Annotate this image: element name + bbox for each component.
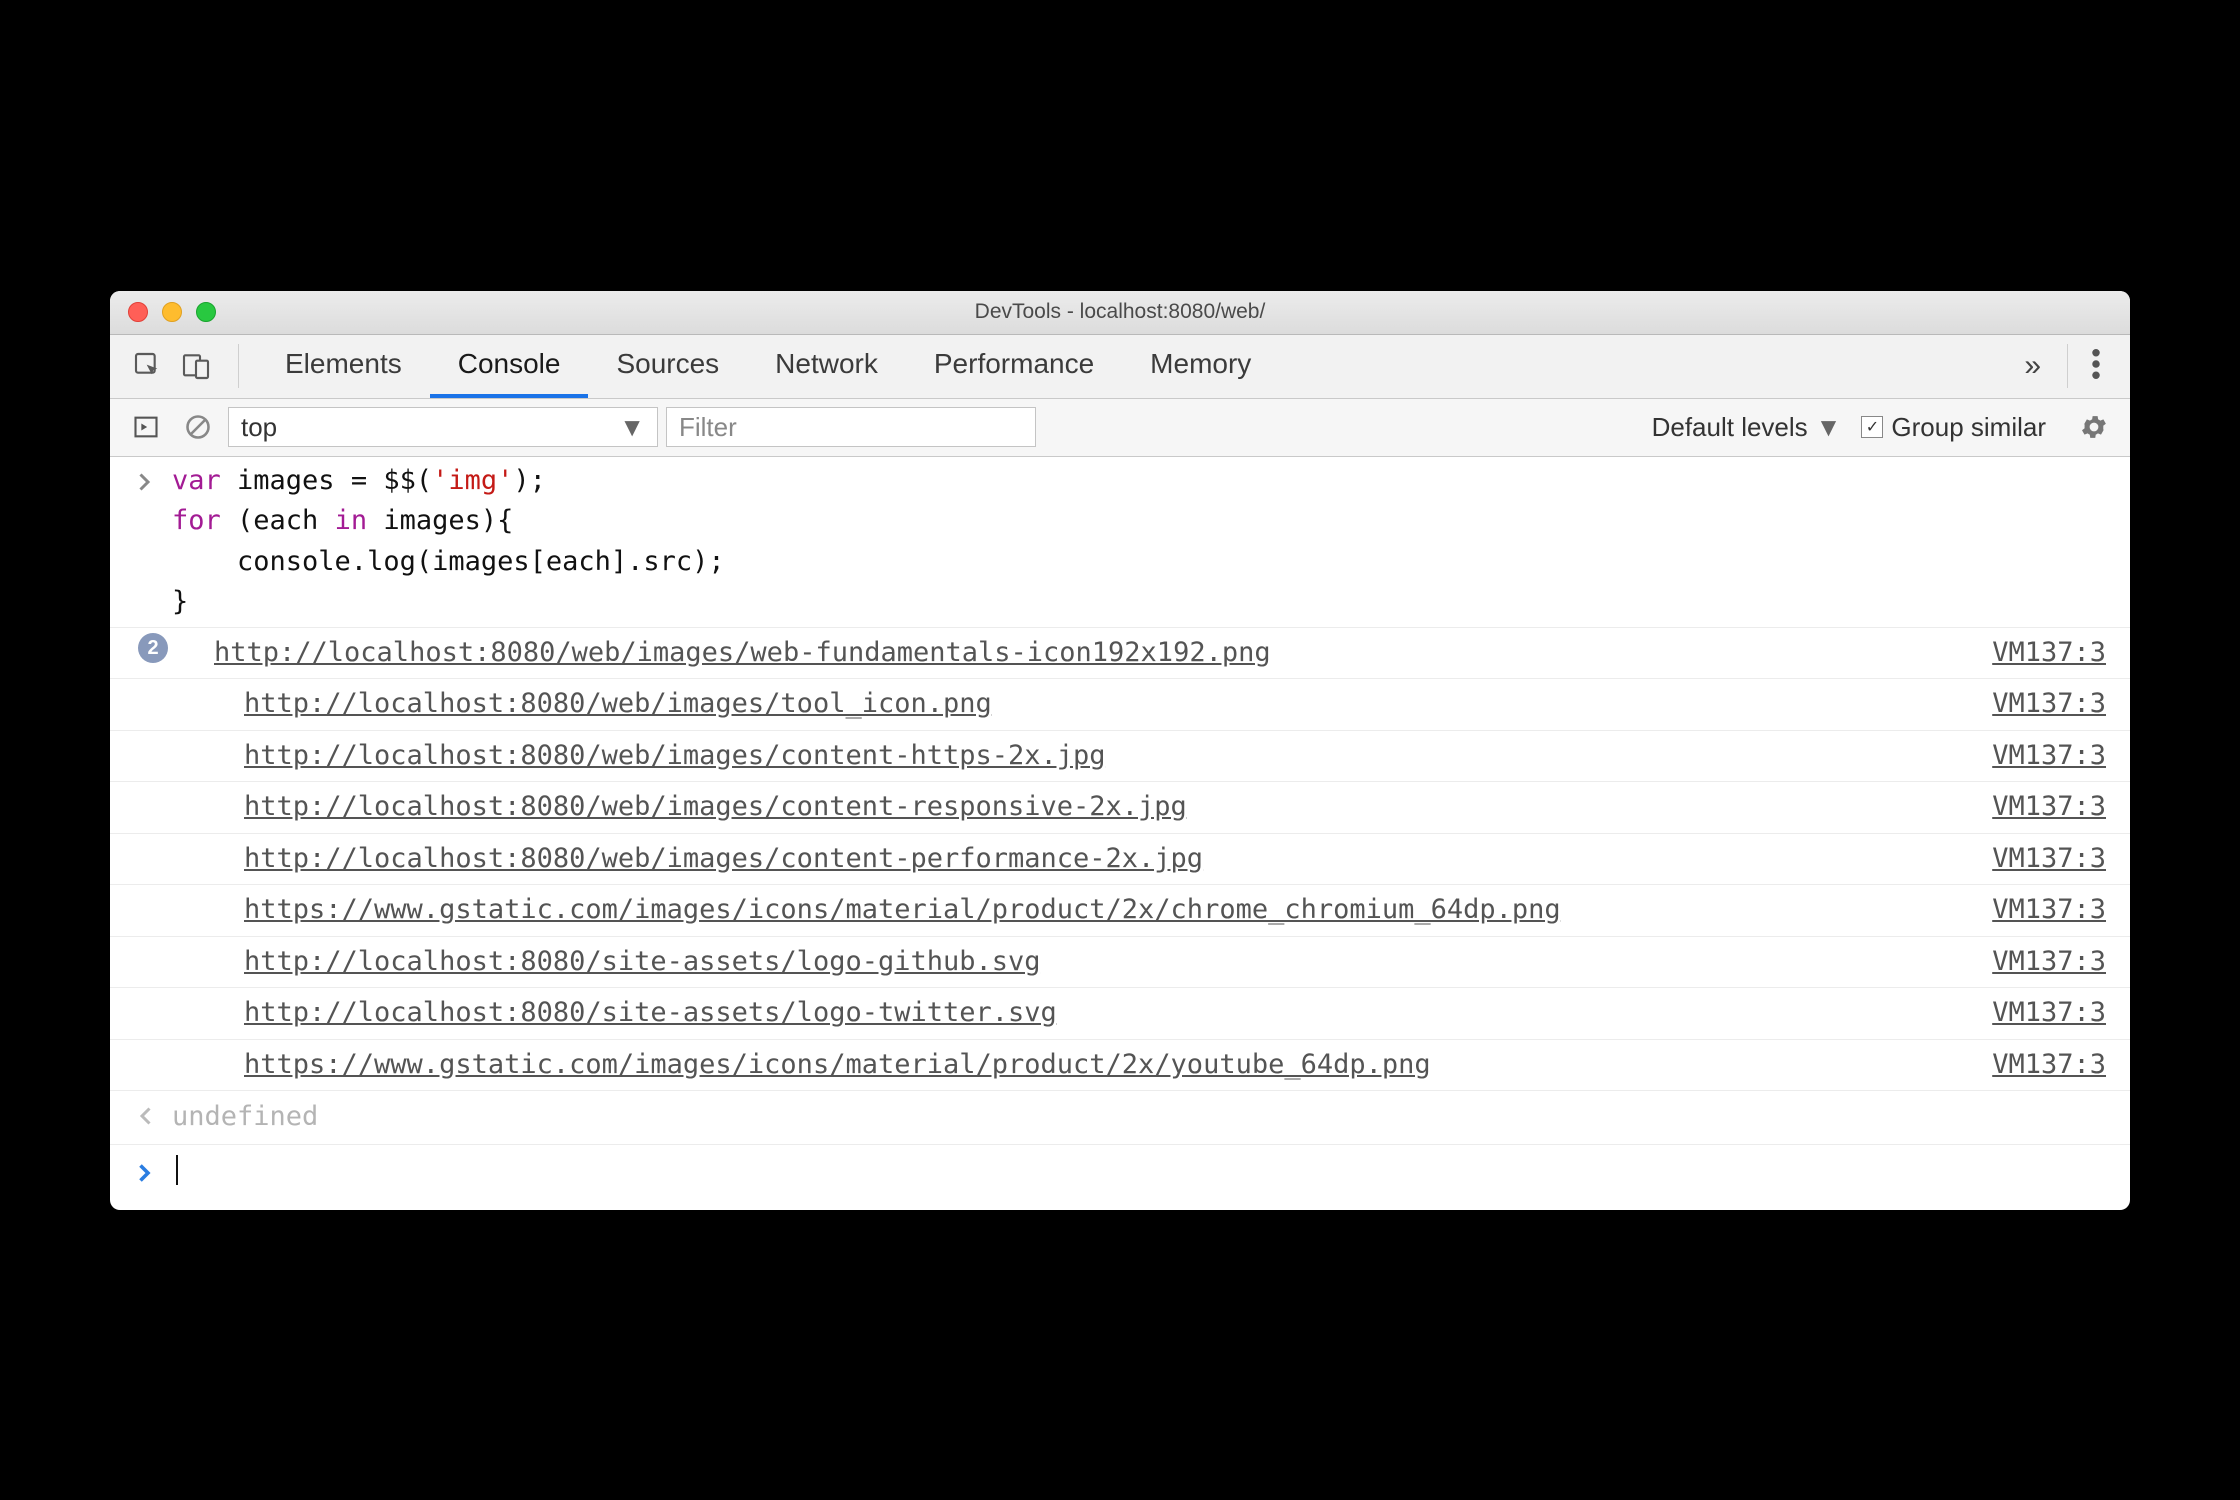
log-source-link[interactable]: VM137:3 bbox=[1992, 684, 2106, 725]
log-message-link[interactable]: http://localhost:8080/web/images/content… bbox=[244, 787, 1187, 828]
tab-network[interactable]: Network bbox=[747, 335, 906, 398]
console-prompt[interactable] bbox=[110, 1145, 2130, 1210]
log-message-link[interactable]: https://www.gstatic.com/images/icons/mat… bbox=[244, 1045, 1431, 1086]
devtools-tabs: ElementsConsoleSourcesNetworkPerformance… bbox=[110, 335, 2130, 399]
execution-context-select[interactable]: top ▼ bbox=[228, 407, 658, 447]
inspect-element-icon[interactable] bbox=[124, 342, 172, 390]
console-log-row: http://localhost:8080/web/images/tool_ic… bbox=[110, 679, 2130, 731]
zoom-window-button[interactable] bbox=[196, 302, 216, 322]
divider bbox=[2067, 344, 2068, 388]
settings-menu-icon[interactable] bbox=[2076, 349, 2116, 384]
console-log-row: https://www.gstatic.com/images/icons/mat… bbox=[110, 885, 2130, 937]
log-source-link[interactable]: VM137:3 bbox=[1992, 839, 2106, 880]
window-controls bbox=[128, 302, 216, 322]
devtools-window: DevTools - localhost:8080/web/ ElementsC… bbox=[110, 291, 2130, 1210]
repeat-count-badge: 2 bbox=[138, 633, 168, 663]
log-levels-select[interactable]: Default levels ▼ bbox=[1652, 412, 1842, 443]
log-message-link[interactable]: http://localhost:8080/web/images/tool_ic… bbox=[244, 684, 992, 725]
console-input-row: var images = $$('img'); for (each in ima… bbox=[110, 457, 2130, 628]
context-label: top bbox=[241, 412, 277, 443]
console-log-row: http://localhost:8080/web/images/content… bbox=[110, 731, 2130, 783]
return-row: undefined bbox=[110, 1091, 2130, 1145]
divider bbox=[238, 344, 239, 388]
checkbox-icon: ✓ bbox=[1861, 416, 1883, 438]
log-message-link[interactable]: http://localhost:8080/web/images/content… bbox=[244, 736, 1106, 777]
minimize-window-button[interactable] bbox=[162, 302, 182, 322]
tab-console[interactable]: Console bbox=[430, 335, 589, 398]
log-message-link[interactable]: https://www.gstatic.com/images/icons/mat… bbox=[244, 890, 1561, 931]
log-source-link[interactable]: VM137:3 bbox=[1992, 890, 2106, 931]
close-window-button[interactable] bbox=[128, 302, 148, 322]
log-message-link[interactable]: http://localhost:8080/web/images/content… bbox=[244, 839, 1203, 880]
group-similar-checkbox[interactable]: ✓ Group similar bbox=[1861, 412, 2046, 443]
filter-input[interactable] bbox=[666, 407, 1036, 447]
device-toolbar-icon[interactable] bbox=[172, 342, 220, 390]
console-log-row: 2 http://localhost:8080/web/images/web-fu… bbox=[110, 628, 2130, 680]
log-source-link[interactable]: VM137:3 bbox=[1992, 736, 2106, 777]
log-source-link[interactable]: VM137:3 bbox=[1992, 942, 2106, 983]
more-tabs-button[interactable]: » bbox=[2006, 349, 2059, 383]
console-toolbar: top ▼ Default levels ▼ ✓ Group similar bbox=[110, 399, 2130, 457]
console-log-row: http://localhost:8080/web/images/content… bbox=[110, 834, 2130, 886]
tab-elements[interactable]: Elements bbox=[257, 335, 430, 398]
console-body: var images = $$('img'); for (each in ima… bbox=[110, 457, 2130, 1210]
log-message-link[interactable]: http://localhost:8080/site-assets/logo-g… bbox=[244, 942, 1041, 983]
log-source-link[interactable]: VM137:3 bbox=[1992, 993, 2106, 1034]
input-chevron-icon bbox=[138, 461, 172, 623]
return-chevron-icon bbox=[138, 1097, 172, 1138]
chevron-down-icon: ▼ bbox=[1816, 412, 1842, 443]
console-log-row: http://localhost:8080/site-assets/logo-g… bbox=[110, 937, 2130, 989]
log-message-link[interactable]: http://localhost:8080/web/images/web-fun… bbox=[214, 633, 1271, 674]
log-source-link[interactable]: VM137:3 bbox=[1992, 787, 2106, 828]
cursor bbox=[176, 1155, 178, 1185]
tab-performance[interactable]: Performance bbox=[906, 335, 1122, 398]
window-title: DevTools - localhost:8080/web/ bbox=[110, 300, 2130, 324]
console-log-row: http://localhost:8080/site-assets/logo-t… bbox=[110, 988, 2130, 1040]
console-log-row: http://localhost:8080/web/images/content… bbox=[110, 782, 2130, 834]
toggle-sidebar-icon[interactable] bbox=[124, 405, 168, 449]
clear-console-icon[interactable] bbox=[176, 405, 220, 449]
chevron-down-icon: ▼ bbox=[619, 412, 645, 443]
log-source-link[interactable]: VM137:3 bbox=[1992, 633, 2106, 674]
tab-memory[interactable]: Memory bbox=[1122, 335, 1279, 398]
log-message-link[interactable]: http://localhost:8080/site-assets/logo-t… bbox=[244, 993, 1057, 1034]
code-input[interactable]: var images = $$('img'); for (each in ima… bbox=[172, 461, 725, 623]
prompt-chevron-icon bbox=[138, 1155, 172, 1194]
console-log-row: https://www.gstatic.com/images/icons/mat… bbox=[110, 1040, 2130, 1092]
return-value: undefined bbox=[172, 1097, 318, 1138]
tab-sources[interactable]: Sources bbox=[588, 335, 747, 398]
titlebar: DevTools - localhost:8080/web/ bbox=[110, 291, 2130, 335]
console-settings-icon[interactable] bbox=[2072, 405, 2116, 449]
log-source-link[interactable]: VM137:3 bbox=[1992, 1045, 2106, 1086]
